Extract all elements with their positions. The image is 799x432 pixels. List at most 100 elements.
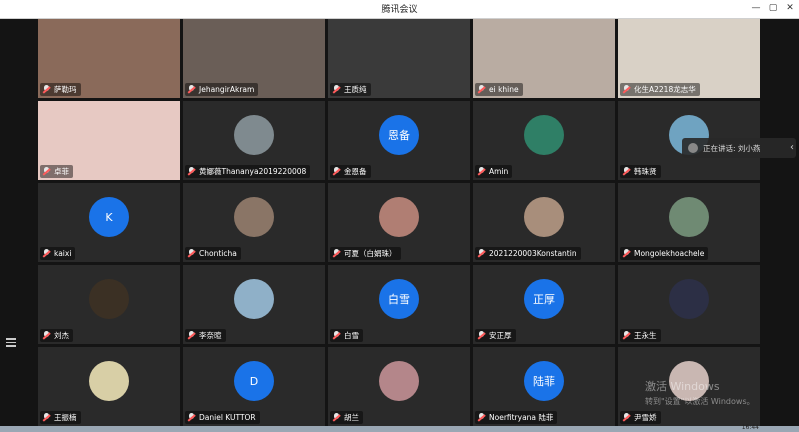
participant-avatar-photo	[89, 361, 129, 401]
participant-nameplate: JehangirAkram	[185, 83, 259, 96]
participant-name: Chonticha	[199, 249, 237, 258]
chevron-left-icon[interactable]: ‹	[790, 142, 794, 153]
activation-hint: 转到"设置"以激活 Windows。	[645, 397, 755, 406]
participant-tile[interactable]: 李奈暄	[183, 265, 325, 344]
participant-tile[interactable]: 白雪 白雪	[328, 265, 470, 344]
participant-nameplate: 卓菲	[40, 165, 73, 178]
participant-name: 王质纯	[344, 85, 367, 94]
participant-name: Amin	[489, 167, 509, 176]
participant-name: 安正厚	[489, 331, 512, 340]
participant-nameplate: 李奈暄	[185, 329, 226, 342]
participant-nameplate: 萨勒玛	[40, 83, 81, 96]
participant-tile[interactable]: 黄娜薇Thananya2019220008	[183, 101, 325, 180]
mic-muted-icon	[332, 85, 341, 94]
participant-nameplate: kaixi	[40, 247, 76, 260]
participant-nameplate: 王质纯	[330, 83, 371, 96]
participant-tile[interactable]: 化生A2218龙志华	[618, 19, 760, 98]
windows-activation-watermark: 激活 Windows 转到"设置"以激活 Windows。	[645, 378, 755, 407]
mic-muted-icon	[42, 167, 51, 176]
participant-nameplate: ei khine	[475, 83, 523, 96]
participant-tile[interactable]: 卓菲	[38, 101, 180, 180]
participant-tile[interactable]: ei khine	[473, 19, 615, 98]
participant-tile[interactable]: Mongolekhoachele	[618, 183, 760, 262]
activation-title: 激活 Windows	[645, 380, 720, 393]
participant-name: 韩珠贤	[634, 167, 657, 176]
participant-tile[interactable]: Kkaixi	[38, 183, 180, 262]
participant-avatar-photo	[89, 279, 129, 319]
participant-name: Mongolekhoachele	[634, 249, 705, 258]
participant-avatar-photo	[234, 115, 274, 155]
mic-muted-icon	[42, 331, 51, 340]
participant-name: ei khine	[489, 85, 519, 94]
window-title: 腾讯会议	[381, 5, 418, 15]
participant-nameplate: 黄娜薇Thananya2019220008	[185, 165, 311, 178]
participant-nameplate: 金恩备	[330, 165, 371, 178]
participant-tile[interactable]: 可夏（白娟珠）	[328, 183, 470, 262]
participant-nameplate: 尹雪娇	[620, 411, 661, 424]
participant-avatar-photo	[234, 279, 274, 319]
participant-nameplate: Chonticha	[185, 247, 241, 260]
participant-tile[interactable]: Chonticha	[183, 183, 325, 262]
mic-muted-icon	[622, 85, 631, 94]
menu-icon[interactable]	[6, 338, 16, 348]
participant-tile[interactable]: 王振楠	[38, 347, 180, 426]
participant-avatar-photo	[379, 197, 419, 237]
participant-tile[interactable]: 胡兰	[328, 347, 470, 426]
participant-name: kaixi	[54, 249, 72, 258]
participant-tile[interactable]: 萨勒玛	[38, 19, 180, 98]
participant-name: 白雪	[344, 331, 359, 340]
mic-muted-icon	[477, 331, 486, 340]
participant-tile[interactable]: Amin	[473, 101, 615, 180]
participant-tile[interactable]: JehangirAkram	[183, 19, 325, 98]
participant-name: 王振楠	[54, 413, 77, 422]
mic-muted-icon	[622, 331, 631, 340]
speaking-indicator[interactable]: 正在讲话: 刘小燕 ‹	[682, 138, 796, 158]
participant-avatar-photo	[379, 361, 419, 401]
participant-nameplate: Noerfitryana 陆菲	[475, 411, 558, 424]
participant-tile[interactable]: D Daniel KUTTOR	[183, 347, 325, 426]
participant-avatar-photo	[524, 115, 564, 155]
participant-tile[interactable]: 王永生	[618, 265, 760, 344]
participant-avatar-initials: 恩备	[379, 115, 419, 155]
mic-muted-icon	[332, 331, 341, 340]
participant-tile[interactable]: 王质纯	[328, 19, 470, 98]
participant-nameplate: 可夏（白娟珠）	[330, 247, 401, 260]
participant-avatar-photo	[669, 197, 709, 237]
participant-name: Daniel KUTTOR	[199, 413, 256, 422]
participant-tile[interactable]: 2021220003Konstantin	[473, 183, 615, 262]
participant-grid: 萨勒玛 JehangirAkram 王质纯 ei khine 化生A2218龙志华卓菲 黄…	[38, 19, 760, 426]
mic-muted-icon	[332, 167, 341, 176]
title-bar: 腾讯会议 — ▢ ✕	[0, 0, 799, 19]
participant-tile[interactable]: 正厚 安正厚	[473, 265, 615, 344]
close-button[interactable]: ✕	[782, 1, 798, 16]
participant-tile[interactable]: 恩备 金恩备	[328, 101, 470, 180]
participant-nameplate: 安正厚	[475, 329, 516, 342]
mic-muted-icon	[187, 249, 196, 258]
mic-muted-icon	[477, 413, 486, 422]
taskbar: 16:44	[0, 424, 799, 432]
mic-muted-icon	[187, 331, 196, 340]
participant-nameplate: 刘杰	[40, 329, 73, 342]
participant-nameplate: Amin	[475, 165, 513, 178]
participant-nameplate: 王永生	[620, 329, 661, 342]
participant-nameplate: 白雪	[330, 329, 363, 342]
participant-nameplate: Daniel KUTTOR	[185, 411, 260, 424]
speaking-label: 正在讲话: 刘小燕	[703, 143, 761, 153]
mic-muted-icon	[622, 413, 631, 422]
mic-muted-icon	[477, 167, 486, 176]
participant-name: 黄娜薇Thananya2019220008	[199, 167, 307, 176]
participant-tile[interactable]: 陆菲 Noerfitryana 陆菲	[473, 347, 615, 426]
participant-avatar-initials: 陆菲	[524, 361, 564, 401]
participant-tile[interactable]: 刘杰	[38, 265, 180, 344]
participant-nameplate: 胡兰	[330, 411, 363, 424]
participant-name: Noerfitryana 陆菲	[489, 413, 554, 422]
maximize-button[interactable]: ▢	[765, 1, 781, 16]
mic-muted-icon	[187, 167, 196, 176]
participant-name: 刘杰	[54, 331, 69, 340]
participant-avatar-initials: 白雪	[379, 279, 419, 319]
participant-nameplate: 2021220003Konstantin	[475, 247, 581, 260]
minimize-button[interactable]: —	[748, 1, 764, 16]
participant-avatar-initials: D	[234, 361, 274, 401]
participant-name: 卓菲	[54, 167, 69, 176]
mic-muted-icon	[332, 249, 341, 258]
